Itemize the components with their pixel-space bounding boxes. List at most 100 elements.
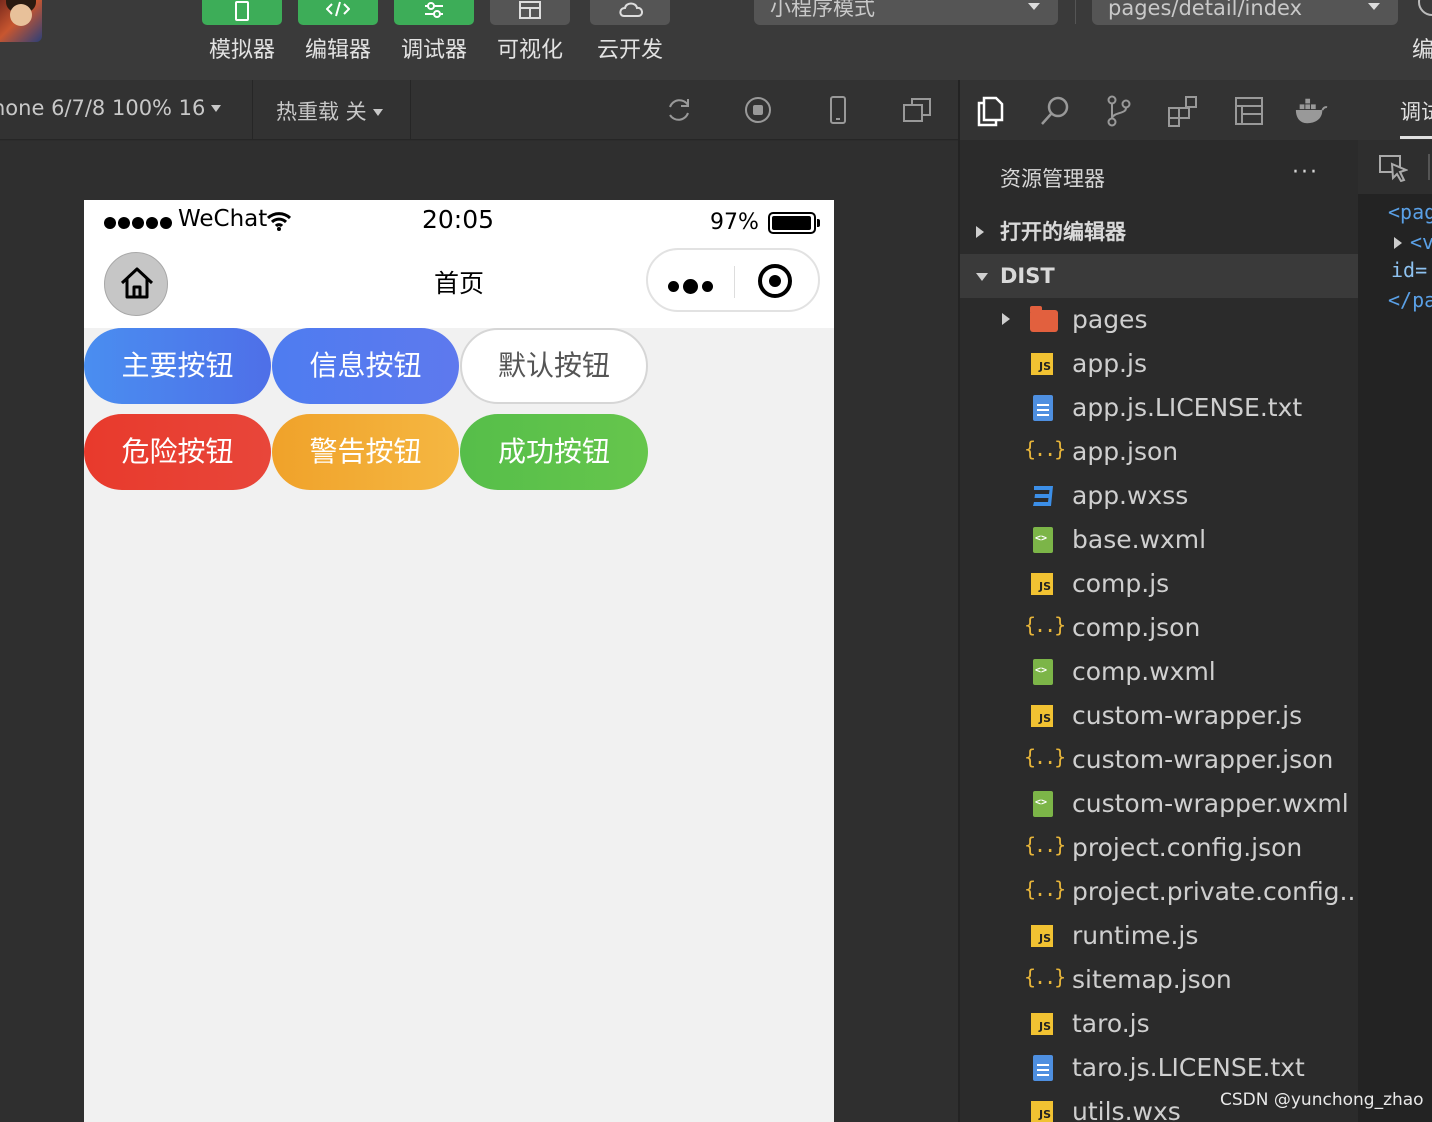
file-item[interactable]: {..} project.config.json (960, 826, 1358, 870)
code-line: <v (1394, 230, 1432, 254)
css-file-icon (1028, 482, 1056, 510)
inspect-element-icon[interactable] (1378, 154, 1408, 182)
file-name: base.wxml (1072, 525, 1207, 554)
editor-tool-button[interactable]: 编辑器 (298, 0, 378, 70)
file-name: project.config.json (1072, 833, 1303, 862)
docker-icon[interactable] (1294, 94, 1328, 128)
device-select[interactable]: hone 6/7/8 100% 16 (0, 96, 222, 120)
file-name: taro.js (1072, 1009, 1150, 1038)
file-name: comp.json (1072, 613, 1201, 642)
file-name: comp.js (1072, 569, 1170, 598)
close-mini-program-icon[interactable] (758, 264, 792, 298)
hot-reload-select[interactable]: 热重载 关 (276, 96, 383, 126)
file-item[interactable]: comp.wxml (960, 650, 1358, 694)
js-file-icon: JS (1028, 702, 1056, 730)
mode-select[interactable]: 小程序模式 (754, 0, 1058, 25)
file-item[interactable]: app.js.LICENSE.txt (960, 386, 1358, 430)
hot-reload-value: 热重载 关 (276, 100, 367, 124)
phone-nav-bar: 首页 (84, 240, 834, 328)
file-name: sitemap.json (1072, 965, 1232, 994)
text-file-icon (1028, 394, 1056, 422)
chevron-right-icon[interactable] (1394, 237, 1402, 249)
capsule-menu[interactable] (646, 248, 820, 312)
explorer-panel: 资源管理器 ··· 打开的编辑器 DIST pages JS app.js app.j… (960, 140, 1358, 1122)
file-item[interactable]: custom-wrapper.wxml (960, 782, 1358, 826)
toolbar-divider (1075, 0, 1076, 24)
more-icon[interactable] (668, 276, 717, 295)
file-name: pages (1072, 305, 1148, 334)
devtools-window: 模拟器 编辑器 调试器 可视化 云开发 小程序模式 pages/detail/i… (0, 0, 1432, 1122)
file-item[interactable]: JS custom-wrapper.js (960, 694, 1358, 738)
mobile-device-icon[interactable] (823, 95, 853, 125)
toolbar-divider (410, 80, 411, 140)
layout-icon[interactable] (1232, 94, 1266, 128)
avatar[interactable] (0, 0, 42, 42)
file-item[interactable]: app.wxss (960, 474, 1358, 518)
code-panel: <pag <v id= </pa (1358, 140, 1432, 1122)
visual-tool-button[interactable]: 可视化 (490, 0, 570, 70)
status-time: 20:05 (422, 205, 495, 234)
source-control-icon[interactable] (1102, 94, 1136, 128)
file-item[interactable]: JS app.js (960, 342, 1358, 386)
file-item[interactable]: JS runtime.js (960, 914, 1358, 958)
debugger-tool-label: 调试器 (400, 38, 467, 63)
file-name: comp.wxml (1072, 657, 1216, 686)
json-file-icon: {..} (1024, 877, 1066, 901)
layout-grid-icon (490, 0, 570, 25)
extensions-icon[interactable] (1166, 94, 1200, 128)
code-line: id= (1391, 258, 1428, 282)
dist-section[interactable]: DIST (960, 254, 1358, 298)
simulator-tool-button[interactable]: 模拟器 (202, 0, 282, 70)
js-file-icon: JS (1028, 350, 1056, 378)
warning-button[interactable]: 警告按钮 (272, 414, 459, 490)
toolbar-divider (1428, 154, 1430, 180)
compile-tool-button[interactable]: 编 (1404, 0, 1432, 70)
file-item[interactable]: {..} comp.json (960, 606, 1358, 650)
primary-button[interactable]: 主要按钮 (84, 328, 271, 404)
stop-icon[interactable] (743, 95, 773, 125)
refresh-icon[interactable] (664, 95, 694, 125)
js-file-icon: JS (1028, 922, 1056, 950)
tab-debug[interactable]: 调试 (1400, 96, 1432, 126)
file-item[interactable]: taro.js.LICENSE.txt (960, 1046, 1358, 1090)
cloud-tool-button[interactable]: 云开发 (590, 0, 670, 70)
js-file-icon: JS (1028, 1098, 1056, 1122)
files-icon[interactable] (974, 94, 1008, 128)
wxml-file-icon (1028, 790, 1056, 818)
danger-button[interactable]: 危险按钮 (84, 414, 271, 490)
more-actions-icon[interactable]: ··· (1292, 160, 1319, 185)
success-button[interactable]: 成功按钮 (460, 414, 648, 490)
default-button[interactable]: 默认按钮 (460, 328, 648, 404)
code-tag: <v (1410, 230, 1432, 254)
file-item[interactable]: JS taro.js (960, 1002, 1358, 1046)
page-path-select[interactable]: pages/detail/index (1092, 0, 1398, 25)
phone-screen: WeChat 20:05 97% 首页 主要按钮 信息按钮 默认按钮 危险按钮 … (84, 200, 834, 1122)
device-select-value: hone 6/7/8 100% 16 (0, 96, 206, 120)
open-editors-label: 打开的编辑器 (1000, 220, 1126, 244)
home-icon (120, 267, 154, 299)
info-button[interactable]: 信息按钮 (272, 328, 459, 404)
battery-percent: 97% (710, 210, 759, 235)
file-item[interactable]: {..} project.private.config... (960, 870, 1358, 914)
file-item[interactable]: {..} custom-wrapper.json (960, 738, 1358, 782)
file-item[interactable]: JS comp.js (960, 562, 1358, 606)
file-item[interactable]: base.wxml (960, 518, 1358, 562)
capsule-divider (734, 266, 735, 298)
wxml-file-icon (1028, 658, 1056, 686)
debugger-tool-button[interactable]: 调试器 (394, 0, 474, 70)
compile-tool-label: 编 (1412, 38, 1432, 63)
detach-window-icon[interactable] (902, 95, 932, 125)
json-file-icon: {..} (1024, 965, 1066, 989)
file-name: utils.wxs (1072, 1097, 1181, 1122)
editor-tool-label: 编辑器 (304, 38, 371, 63)
chevron-right-icon[interactable] (1002, 313, 1010, 325)
open-editors-section[interactable]: 打开的编辑器 (960, 210, 1358, 254)
file-name: app.js (1072, 349, 1147, 378)
folder-item[interactable]: pages (960, 298, 1358, 342)
file-item[interactable]: {..} app.json (960, 430, 1358, 474)
file-item[interactable]: {..} sitemap.json (960, 958, 1358, 1002)
cloud-icon (590, 0, 670, 25)
search-icon[interactable] (1038, 94, 1072, 128)
home-button[interactable] (104, 252, 168, 316)
code-icon (298, 0, 378, 25)
